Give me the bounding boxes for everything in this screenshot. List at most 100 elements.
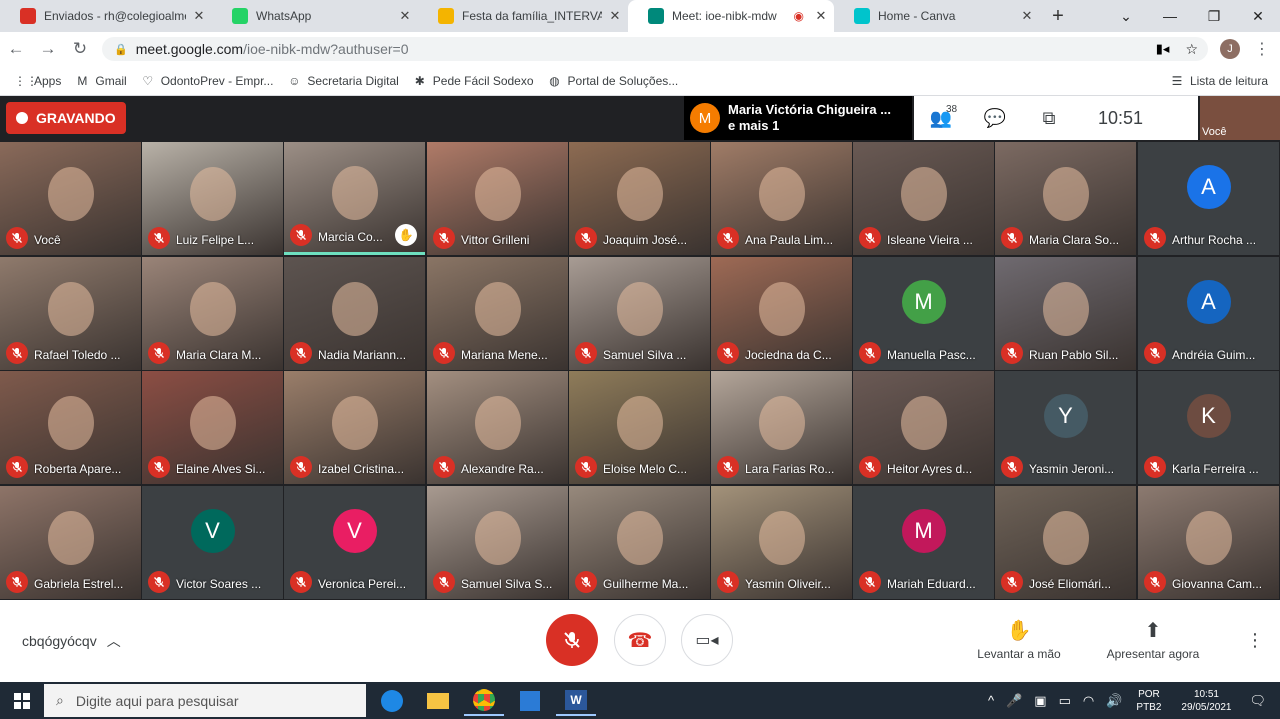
- participant-name: Lara Farias Ro...: [745, 462, 835, 476]
- close-window-icon[interactable]: ✕: [1236, 8, 1280, 25]
- file-explorer-icon[interactable]: [418, 686, 458, 716]
- participant-tile[interactable]: Marcia Co... ✋: [284, 142, 425, 255]
- bookmark-item[interactable]: M Gmail: [75, 74, 126, 88]
- participant-tile[interactable]: M Manuella Pasc...: [853, 257, 994, 370]
- meeting-code[interactable]: cbqógyócqv ︿: [22, 631, 121, 651]
- slides-icon: [438, 8, 454, 24]
- camera-off-button[interactable]: ▭◂: [681, 614, 733, 666]
- activities-icon[interactable]: ⧉: [1022, 108, 1076, 129]
- forward-icon[interactable]: →: [32, 39, 64, 59]
- mic-muted-icon: [859, 456, 881, 478]
- taskbar-search[interactable]: ⌕ Digite aqui para pesquisar: [44, 684, 366, 717]
- chevron-up-icon[interactable]: ︿: [107, 633, 121, 649]
- mic-off-button[interactable]: [546, 614, 598, 666]
- present-now-button[interactable]: ⬆ Apresentar agora: [1093, 618, 1213, 661]
- more-options-icon[interactable]: ⋮: [1246, 630, 1264, 651]
- new-tab-icon[interactable]: +: [1040, 0, 1076, 32]
- tab-4[interactable]: Meet: ioe-nibk-mdw ◉ ✕: [628, 0, 834, 32]
- participant-tile[interactable]: Vittor Grilleni: [427, 142, 568, 255]
- wifi-icon[interactable]: ◠: [1083, 693, 1094, 709]
- participant-tile[interactable]: A Arthur Rocha ...: [1138, 142, 1279, 255]
- language-indicator[interactable]: POR PTB2: [1136, 688, 1161, 714]
- reload-icon[interactable]: ↻: [64, 39, 96, 59]
- participant-tile[interactable]: José Eliomári...: [995, 486, 1136, 599]
- participant-tile[interactable]: Ana Paula Lim...: [711, 142, 852, 255]
- participant-tile[interactable]: Maria Clara So...: [995, 142, 1136, 255]
- participant-tile[interactable]: Yasmin Oliveir...: [711, 486, 852, 599]
- address-bar[interactable]: 🔒 meet.google.com/ioe-nibk-mdw?authuser=…: [102, 37, 1208, 61]
- back-icon[interactable]: ←: [0, 39, 32, 59]
- close-icon[interactable]: ✕: [392, 8, 418, 24]
- word-icon[interactable]: W: [556, 686, 596, 716]
- bookmark-item[interactable]: ♡ OdontoPrev - Empr...: [141, 74, 273, 88]
- participant-tile[interactable]: Luiz Felipe L...: [142, 142, 283, 255]
- participant-tile[interactable]: Maria Clara M...: [142, 257, 283, 370]
- participant-tile[interactable]: Nadia Mariann...: [284, 257, 425, 370]
- profile-avatar[interactable]: J: [1220, 39, 1240, 59]
- participant-tile[interactable]: M Mariah Eduard...: [853, 486, 994, 599]
- participant-tile[interactable]: Guilherme Ma...: [569, 486, 710, 599]
- bookmark-item[interactable]: ⋮⋮ Apps: [14, 74, 61, 88]
- tab-search-icon[interactable]: ⌄: [1104, 8, 1148, 25]
- participant-tile[interactable]: Mariana Mene...: [427, 257, 568, 370]
- security-icon[interactable]: ▣: [1034, 693, 1046, 709]
- windows-start-icon[interactable]: [0, 682, 44, 719]
- microphone-icon[interactable]: 🎤: [1006, 693, 1022, 709]
- reading-list-label: Lista de leitura: [1189, 73, 1268, 88]
- close-icon[interactable]: ✕: [186, 8, 212, 24]
- participant-tile[interactable]: Giovanna Cam...: [1138, 486, 1279, 599]
- tab-3[interactable]: Festa da família_INTERVALO -✕: [418, 0, 628, 32]
- participant-tile[interactable]: Você: [0, 142, 141, 255]
- participant-tile[interactable]: V Victor Soares ...: [142, 486, 283, 599]
- minimize-icon[interactable]: —: [1148, 8, 1192, 24]
- self-view[interactable]: Você: [1200, 96, 1280, 140]
- participant-tile[interactable]: Elaine Alves Si...: [142, 371, 283, 484]
- participant-tile[interactable]: Joaquim José...: [569, 142, 710, 255]
- participant-tile[interactable]: Eloise Melo C...: [569, 371, 710, 484]
- tab-1[interactable]: Enviados - rh@colegioalmeid ✕: [0, 0, 212, 32]
- leave-call-button[interactable]: ☎: [614, 614, 666, 666]
- close-icon[interactable]: ✕: [808, 8, 834, 24]
- notifications-icon[interactable]: 🗨: [1249, 693, 1266, 709]
- chrome-icon[interactable]: [464, 686, 504, 716]
- star-bookmark-icon[interactable]: ☆: [1185, 41, 1198, 58]
- raise-hand-button[interactable]: ✋ Levantar a mão: [959, 618, 1079, 661]
- clock-date[interactable]: 10:51 29/05/2021: [1181, 688, 1231, 714]
- chevron-up-icon[interactable]: ^: [988, 693, 994, 708]
- bookmark-item[interactable]: ☺ Secretaria Digital: [287, 74, 399, 88]
- chat-icon[interactable]: 💬: [968, 108, 1022, 129]
- bookmark-label: Apps: [34, 73, 62, 88]
- volume-icon[interactable]: 🔊: [1106, 693, 1122, 709]
- bookmark-item[interactable]: ✱ Pede Fácil Sodexo: [413, 74, 534, 88]
- participant-tile[interactable]: Heitor Ayres d...: [853, 371, 994, 484]
- battery-icon[interactable]: ▭: [1059, 693, 1071, 709]
- camera-blocked-icon[interactable]: ▮◂: [1156, 41, 1170, 57]
- app-store-icon[interactable]: [510, 686, 550, 716]
- participant-tile[interactable]: Roberta Apare...: [0, 371, 141, 484]
- participant-tile[interactable]: Samuel Silva S...: [427, 486, 568, 599]
- reading-list[interactable]: ☰ Lista de leitura: [1170, 74, 1268, 88]
- participant-tile[interactable]: A Andréia Guim...: [1138, 257, 1279, 370]
- participant-tile[interactable]: Lara Farias Ro...: [711, 371, 852, 484]
- restore-icon[interactable]: ❐: [1192, 8, 1236, 25]
- participant-tile[interactable]: Y Yasmin Jeroni...: [995, 371, 1136, 484]
- participant-tile[interactable]: K Karla Ferreira ...: [1138, 371, 1279, 484]
- participant-tile[interactable]: Isleane Vieira ...: [853, 142, 994, 255]
- participant-tile[interactable]: Alexandre Ra...: [427, 371, 568, 484]
- tab-5[interactable]: Home - Canva ✕: [834, 0, 1040, 32]
- participant-tile[interactable]: Jociedna da C...: [711, 257, 852, 370]
- participant-tile[interactable]: Samuel Silva ...: [569, 257, 710, 370]
- bookmark-item[interactable]: ◍ Portal de Soluções...: [548, 74, 678, 88]
- presenter-chip[interactable]: M Maria Victória Chigueira ... e mais 1: [684, 96, 912, 140]
- people-icon[interactable]: 👥 38: [914, 104, 968, 129]
- menu-kebab-icon[interactable]: ⋮: [1254, 39, 1270, 59]
- participant-tile[interactable]: Ruan Pablo Sil...: [995, 257, 1136, 370]
- participant-tile[interactable]: V Veronica Perei...: [284, 486, 425, 599]
- edge-icon[interactable]: [372, 686, 412, 716]
- tab-2[interactable]: WhatsApp ✕: [212, 0, 418, 32]
- close-icon[interactable]: ✕: [1014, 8, 1040, 24]
- participant-tile[interactable]: Gabriela Estrel...: [0, 486, 141, 599]
- participant-tile[interactable]: Rafael Toledo ...: [0, 257, 141, 370]
- participant-tile[interactable]: Izabel Cristina...: [284, 371, 425, 484]
- close-icon[interactable]: ✕: [602, 8, 628, 24]
